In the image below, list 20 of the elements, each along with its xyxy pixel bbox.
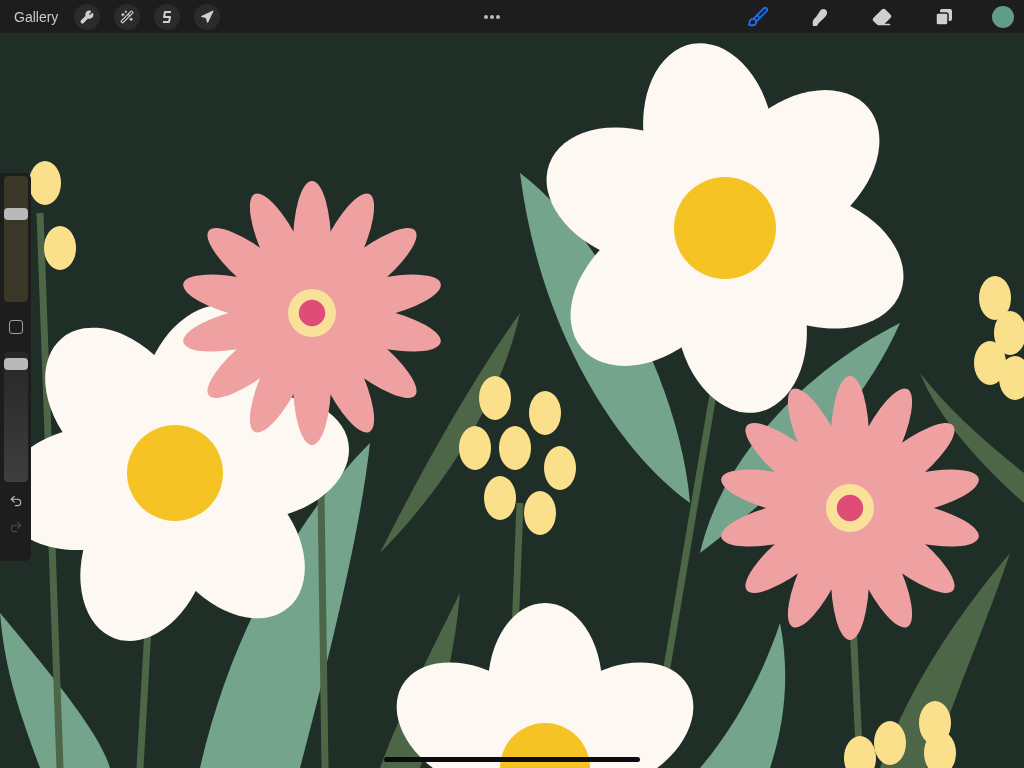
layers-icon bbox=[934, 6, 954, 27]
transform-button[interactable] bbox=[194, 3, 221, 30]
selection-button[interactable] bbox=[154, 3, 181, 30]
actions-button[interactable] bbox=[74, 3, 101, 30]
brush-icon bbox=[747, 5, 769, 28]
slider-thumb[interactable] bbox=[3, 207, 28, 220]
brush-size-slider[interactable] bbox=[3, 176, 28, 302]
wrench-icon bbox=[80, 9, 95, 24]
modify-button[interactable] bbox=[8, 320, 23, 334]
arrow-icon bbox=[200, 9, 215, 24]
more-dots-icon bbox=[483, 13, 502, 20]
s-curve-icon bbox=[161, 9, 174, 24]
opacity-slider[interactable] bbox=[3, 352, 28, 482]
color-swatch[interactable] bbox=[992, 5, 1014, 28]
eraser-icon bbox=[872, 6, 892, 27]
gallery-link[interactable]: Gallery bbox=[14, 8, 59, 25]
adjustments-button[interactable] bbox=[114, 3, 141, 30]
magic-wand-icon bbox=[120, 9, 135, 24]
slider-thumb[interactable] bbox=[3, 357, 28, 370]
undo-button[interactable] bbox=[8, 494, 23, 508]
